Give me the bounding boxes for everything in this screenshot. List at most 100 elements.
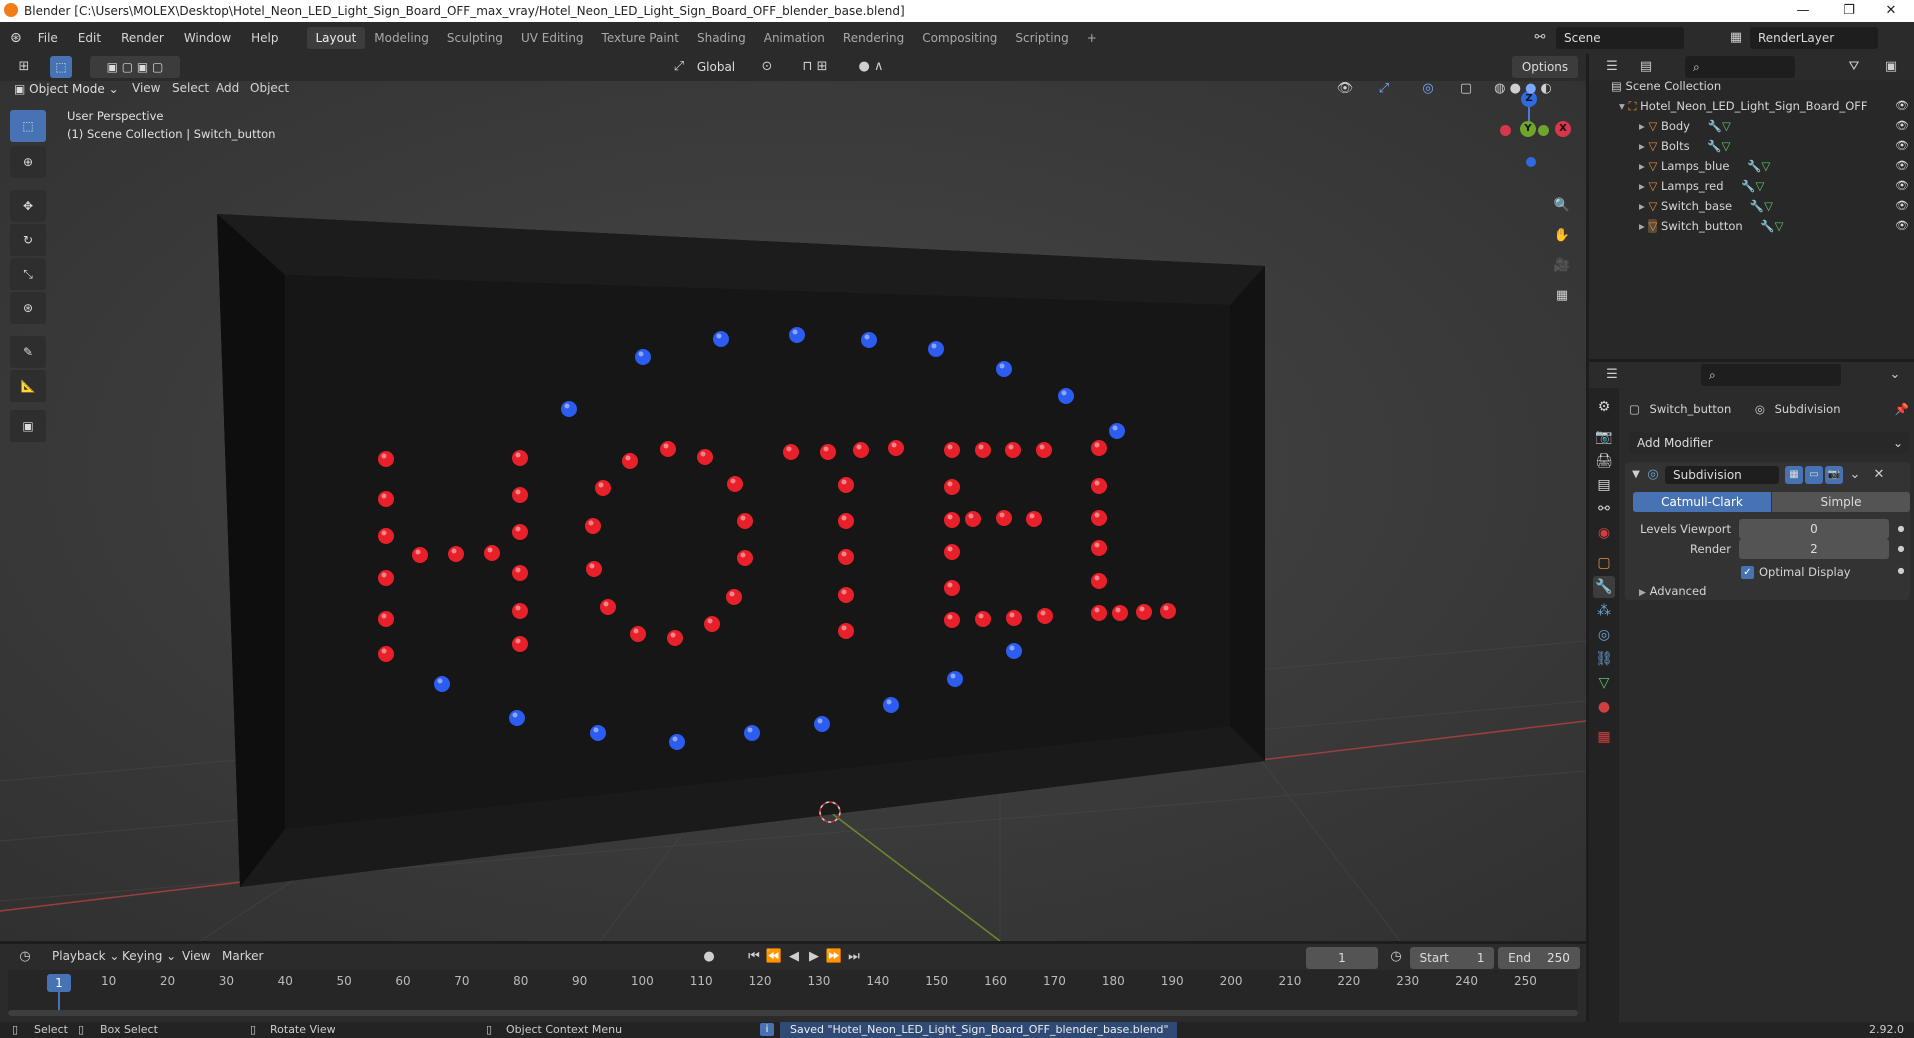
gizmo-neg-x[interactable] — [1500, 125, 1511, 136]
minimize-icon[interactable]: — — [1780, 0, 1826, 22]
object-mode-dropdown[interactable]: ▣ Object Mode ⌄ — [10, 78, 118, 100]
eye-icon[interactable]: 👁 — [1895, 136, 1911, 156]
select-tool-button[interactable]: ⬚ — [10, 110, 46, 142]
eye-icon[interactable]: 👁 — [1895, 216, 1911, 236]
overlay-toggle-icon[interactable]: ◎ — [1410, 78, 1446, 100]
select-mode-button[interactable]: ⬚ — [50, 56, 72, 78]
annotate-tool-button[interactable]: ✎ — [10, 336, 46, 368]
outliner-item-body[interactable]: ▸ ▽ Body 🔧▽ — [1639, 116, 1731, 136]
editor-type-icon[interactable]: ⊞ — [10, 56, 38, 78]
add-cube-tool-button[interactable]: ▣ — [10, 410, 46, 442]
xray-icon[interactable]: ▢ — [1456, 78, 1476, 100]
eye-icon[interactable]: 👁 — [1895, 96, 1911, 116]
scale-tool-button[interactable]: ⤡ — [10, 258, 46, 290]
eye-icon[interactable]: 👁 — [1895, 116, 1911, 136]
tab-modeling[interactable]: Modeling — [365, 27, 438, 49]
menu-window[interactable]: Window — [174, 31, 241, 45]
zoom-icon[interactable]: 🔍 — [1550, 195, 1574, 217]
levels-viewport-field[interactable]: 0 — [1739, 519, 1889, 539]
keyframe-dot-icon[interactable]: ● — [1895, 538, 1907, 560]
outliner-item-lamps-blue[interactable]: ▸ ▽ Lamps_blue 🔧▽ — [1639, 156, 1770, 176]
view-layer-tab-icon[interactable]: ▤ — [1593, 474, 1615, 496]
add-workspace-icon[interactable]: + — [1078, 27, 1106, 49]
pin-icon[interactable]: 📌 — [1895, 398, 1909, 420]
navigation-gizmo[interactable]: Z Y X — [1490, 89, 1571, 169]
tab-layout[interactable]: Layout — [306, 27, 366, 49]
tab-uv-editing[interactable]: UV Editing — [512, 27, 593, 49]
cursor-tool-button[interactable]: ⊕ — [10, 146, 46, 178]
tab-sculpting[interactable]: Sculpting — [438, 27, 512, 49]
outliner-item-switch-base[interactable]: ▸ ▽ Switch_base 🔧▽ — [1639, 196, 1773, 216]
modifier-tab-icon[interactable]: 🔧 — [1593, 576, 1615, 598]
texture-tab-icon[interactable]: ▦ — [1593, 726, 1615, 748]
blender-menu-icon[interactable]: ⊛ — [10, 30, 22, 46]
tool-tab-icon[interactable]: ⚙ — [1593, 396, 1615, 418]
advanced-subpanel[interactable]: ▶ Advanced — [1639, 584, 1706, 598]
rotate-tool-button[interactable]: ↻ — [10, 224, 46, 256]
simple-button[interactable]: Simple — [1772, 492, 1910, 512]
optimal-display-checkbox[interactable]: ✓ — [1741, 566, 1754, 579]
scene-field[interactable]: Scene — [1556, 27, 1684, 49]
properties-editor-icon[interactable]: ☰ — [1597, 364, 1627, 386]
gizmo-y[interactable]: Y — [1520, 121, 1536, 137]
tab-rendering[interactable]: Rendering — [834, 27, 913, 49]
modifier-name-input[interactable]: Subdivision — [1665, 466, 1779, 484]
keyframe-dot-icon[interactable]: ● — [1895, 518, 1907, 540]
menu-render[interactable]: Render — [111, 31, 174, 45]
pivot-icon[interactable]: ⊙ — [752, 56, 782, 78]
render-tab-icon[interactable]: 📷 — [1593, 426, 1615, 448]
keyframe-dot-icon[interactable]: ● — [1895, 560, 1907, 582]
outliner-scene-collection[interactable]: ▤ Scene Collection — [1611, 76, 1721, 96]
gizmo-pos-y[interactable] — [1538, 125, 1549, 136]
timeline-scrollbar[interactable] — [8, 1010, 1578, 1016]
tab-shading[interactable]: Shading — [688, 27, 755, 49]
3d-viewport[interactable]: User Perspective (1) Scene Collection | … — [0, 81, 1586, 941]
outliner-object-root[interactable]: ▾ ⛶ Hotel_Neon_LED_Light_Sign_Board_OFF — [1619, 96, 1868, 116]
physics-tab-icon[interactable]: ◎ — [1593, 624, 1615, 646]
eye-icon[interactable]: 👁 — [1895, 176, 1911, 196]
viewport-display-toggle[interactable]: ▭ — [1805, 466, 1823, 484]
world-tab-icon[interactable]: ◉ — [1593, 522, 1615, 544]
snap-icon[interactable]: ⊓ ⊞ — [790, 56, 840, 78]
camera-view-icon[interactable]: 🎥 — [1550, 255, 1574, 277]
measure-tool-button[interactable]: 📐 — [10, 370, 46, 402]
catmull-clark-button[interactable]: Catmull-Clark — [1633, 492, 1771, 512]
eye-icon[interactable]: 👁 — [1895, 156, 1911, 176]
tab-animation[interactable]: Animation — [755, 27, 834, 49]
tab-scripting[interactable]: Scripting — [1006, 27, 1077, 49]
properties-options-icon[interactable]: ⌄ — [1885, 364, 1905, 386]
constraints-tab-icon[interactable]: ⛓ — [1593, 648, 1615, 670]
scene-tab-icon[interactable]: ⚯ — [1593, 498, 1615, 520]
visibility-icon[interactable]: 👁 — [1330, 78, 1360, 100]
menu-edit[interactable]: Edit — [68, 31, 111, 45]
ortho-grid-icon[interactable]: ▦ — [1550, 285, 1574, 307]
outliner-item-lamps-red[interactable]: ▸ ▽ Lamps_red 🔧▽ — [1639, 176, 1764, 196]
material-tab-icon[interactable]: ● — [1593, 696, 1615, 718]
edit-mode-toggle[interactable]: ▦ — [1785, 466, 1803, 484]
move-tool-button[interactable]: ✥ — [10, 190, 46, 222]
properties-search-input[interactable]: ⌕ — [1701, 364, 1841, 386]
close-window-icon[interactable]: ✕ — [1868, 0, 1914, 22]
outliner-item-switch-button[interactable]: ▸ ▽ Switch_button 🔧▽ — [1639, 216, 1784, 236]
outliner-editor-icon[interactable]: ☰ — [1597, 56, 1627, 78]
add-modifier-dropdown[interactable]: Add Modifier ⌄ — [1629, 432, 1909, 454]
output-tab-icon[interactable]: 🖨 — [1593, 450, 1615, 472]
transform-tool-button[interactable]: ⊛ — [10, 292, 46, 324]
menu-file[interactable]: File — [28, 31, 68, 45]
options-dropdown[interactable]: Options — [1512, 56, 1578, 78]
object-tab-icon[interactable]: ▢ — [1593, 552, 1615, 574]
transform-orientation-dropdown[interactable]: Global — [688, 56, 744, 78]
outliner-search-input[interactable]: ⌕ — [1685, 56, 1795, 78]
gizmo-x[interactable]: X — [1555, 121, 1571, 137]
select-box-modes[interactable]: ▣ ▢ ▣ ▢ — [90, 56, 180, 78]
modifier-menu-icon[interactable]: ⌄ — [1847, 464, 1863, 486]
new-collection-icon[interactable]: ▣ — [1879, 56, 1903, 78]
restore-icon[interactable]: ❐ — [1826, 0, 1872, 22]
tab-texture-paint[interactable]: Texture Paint — [593, 27, 688, 49]
panel-collapse-icon[interactable]: ▼ — [1629, 464, 1643, 486]
display-mode-icon[interactable]: ▤ — [1631, 56, 1661, 78]
viewport-menu-object[interactable]: Object — [240, 81, 299, 95]
shading-modes-icon[interactable]: ◍ ● ● ◐ — [1480, 78, 1566, 100]
pan-hand-icon[interactable]: ✋ — [1550, 225, 1574, 247]
gizmo-neg-z[interactable] — [1526, 157, 1536, 167]
